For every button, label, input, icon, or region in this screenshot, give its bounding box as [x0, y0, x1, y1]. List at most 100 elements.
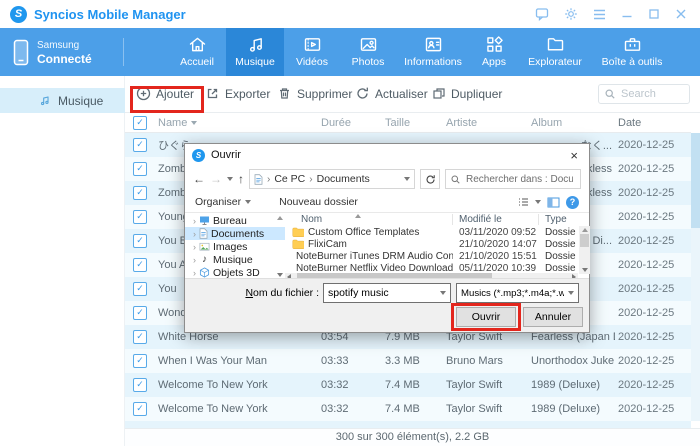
up-arrow-icon[interactable]: ↑ [238, 173, 244, 185]
list-view-icon[interactable] [517, 196, 529, 208]
select-all-checkbox[interactable]: ✓ [133, 116, 147, 130]
vscroll-thumb[interactable] [580, 234, 589, 247]
dialog-close-icon[interactable]: × [570, 149, 578, 162]
expander-icon[interactable]: › [193, 268, 196, 278]
device-panel[interactable]: Samsung Connecté [13, 39, 92, 66]
expander-icon[interactable]: › [193, 216, 196, 226]
cancel-button[interactable]: Annuler [523, 307, 583, 327]
history-caret-icon[interactable] [227, 177, 233, 181]
tab-accueil[interactable]: Accueil [168, 28, 226, 76]
dialog-search-input[interactable] [464, 173, 575, 186]
row-checkbox[interactable]: ✓ [133, 138, 147, 152]
search-input[interactable] [619, 87, 685, 101]
sidebar-item-musique[interactable]: Musique [0, 88, 125, 113]
file-row[interactable]: Custom Office Templates 03/11/2020 09:52… [285, 226, 591, 238]
tab-apps[interactable]: Apps [470, 28, 518, 76]
feedback-icon[interactable] [535, 7, 549, 21]
file-row[interactable]: FlixiCam 21/10/2020 14:07 Dossie [285, 238, 591, 250]
new-folder-button[interactable]: Nouveau dossier [279, 196, 358, 208]
row-checkbox[interactable]: ✓ [133, 402, 147, 416]
address-bar[interactable]: › Ce PC › Documents [249, 169, 415, 189]
row-checkbox[interactable]: ✓ [133, 258, 147, 272]
minimize-icon[interactable] [621, 8, 633, 20]
row-checkbox[interactable]: ✓ [133, 234, 147, 248]
col-nom[interactable]: Nom [285, 214, 453, 225]
cell-date: 2020-12-25 [615, 187, 691, 199]
preview-pane-icon[interactable] [547, 197, 560, 208]
row-checkbox[interactable]: ✓ [133, 378, 147, 392]
filename-input[interactable] [324, 286, 436, 300]
table-row[interactable]: ✓ Welcome To New York 03:32 7.4 MB Taylo… [125, 397, 691, 421]
file-list-vscrollbar[interactable] [579, 226, 590, 274]
scroll-down-icon[interactable] [582, 268, 588, 272]
export-button[interactable]: Exporter [205, 86, 270, 101]
tree-item-documents[interactable]: › Documents [185, 227, 285, 240]
search-box[interactable] [598, 84, 690, 104]
back-arrow-icon[interactable]: ← [193, 173, 205, 185]
col-name[interactable]: Name [155, 117, 318, 129]
row-checkbox[interactable]: ✓ [133, 354, 147, 368]
row-checkbox[interactable]: ✓ [133, 210, 147, 224]
breadcrumb-folder[interactable]: Documents [317, 173, 370, 185]
row-checkbox[interactable]: ✓ [133, 162, 147, 176]
col-date[interactable]: Date [615, 117, 691, 129]
organize-button[interactable]: Organiser [195, 196, 241, 208]
refresh-button[interactable]: Actualiser [355, 86, 428, 101]
music-toolbar: Ajouter Exporter Supprimer Actualiser Du… [125, 76, 700, 113]
tree-item-musique[interactable]: › ♪ Musique [185, 253, 285, 266]
col-artist[interactable]: Artiste [443, 117, 528, 129]
expander-icon[interactable]: › [193, 229, 196, 239]
table-header: ✓ Name Durée Taille Artiste Album Date [125, 113, 691, 133]
filename-caret-icon[interactable] [440, 291, 446, 295]
table-scrollbar[interactable] [691, 133, 700, 421]
filename-combo[interactable] [323, 283, 451, 303]
help-icon[interactable]: ? [566, 196, 579, 209]
col-modifie[interactable]: Modifié le [453, 214, 539, 225]
dialog-titlebar[interactable]: S Ouvrir × [185, 144, 589, 166]
maximize-icon[interactable] [648, 8, 660, 20]
duplicate-button[interactable]: Dupliquer [431, 86, 502, 101]
dialog-refresh-button[interactable] [420, 169, 440, 189]
view-caret-icon[interactable] [535, 200, 541, 204]
col-duration[interactable]: Durée [318, 117, 382, 129]
row-checkbox[interactable]: ✓ [133, 330, 147, 344]
table-row[interactable]: ✓ Welcome To New York 03:32 7.4 MB Taylo… [125, 373, 691, 397]
settings-gear-icon[interactable] [564, 7, 578, 21]
col-size[interactable]: Taille [382, 117, 443, 129]
delete-button[interactable]: Supprimer [277, 86, 352, 101]
tab-boite-a-outils[interactable]: Boîte à outils [592, 28, 672, 76]
open-button[interactable]: Ouvrir [456, 307, 516, 327]
tree-item-images[interactable]: › Images [185, 240, 285, 253]
row-checkbox[interactable]: ✓ [133, 282, 147, 296]
close-icon[interactable] [675, 8, 687, 20]
add-button[interactable]: Ajouter [136, 86, 194, 101]
scroll-up-icon[interactable] [582, 228, 588, 232]
tab-musique[interactable]: Musique [226, 28, 284, 76]
row-checkbox[interactable]: ✓ [133, 306, 147, 320]
apps-grid-icon [484, 34, 505, 55]
address-caret-icon[interactable] [404, 177, 410, 181]
expander-icon[interactable]: › [193, 255, 196, 265]
forward-arrow-icon[interactable]: → [210, 173, 222, 185]
menu-icon[interactable] [593, 9, 606, 20]
tab-photos[interactable]: Photos [340, 28, 396, 76]
row-checkbox[interactable]: ✓ [133, 186, 147, 200]
tree-item-bureau[interactable]: › Bureau [185, 214, 285, 227]
table-row[interactable]: ✓ When I Was Your Man 03:33 3.3 MB Bruno… [125, 349, 691, 373]
tree-scroll-up-icon[interactable] [277, 216, 283, 220]
tab-explorateur[interactable]: Explorateur [518, 28, 592, 76]
file-row[interactable]: NoteBurner iTunes DRM Audio Converter 21… [285, 250, 591, 262]
filetype-select[interactable]: Musics (*.mp3;*.m4a;*.wma;*.w [456, 283, 579, 303]
nav-divider [123, 38, 124, 66]
expander-icon[interactable]: › [193, 242, 196, 252]
col-type[interactable]: Type [539, 214, 577, 225]
trash-icon [277, 86, 292, 101]
col-album[interactable]: Album [528, 117, 615, 129]
filetype-caret-icon[interactable] [568, 291, 574, 295]
tree-scroll-down-icon[interactable] [277, 273, 283, 277]
tab-videos[interactable]: Vidéos [284, 28, 340, 76]
dialog-search-box[interactable] [445, 169, 581, 189]
tab-informations[interactable]: Informations [396, 28, 470, 76]
breadcrumb-root[interactable]: Ce PC [274, 173, 305, 185]
table-scrollbar-thumb[interactable] [691, 133, 700, 228]
